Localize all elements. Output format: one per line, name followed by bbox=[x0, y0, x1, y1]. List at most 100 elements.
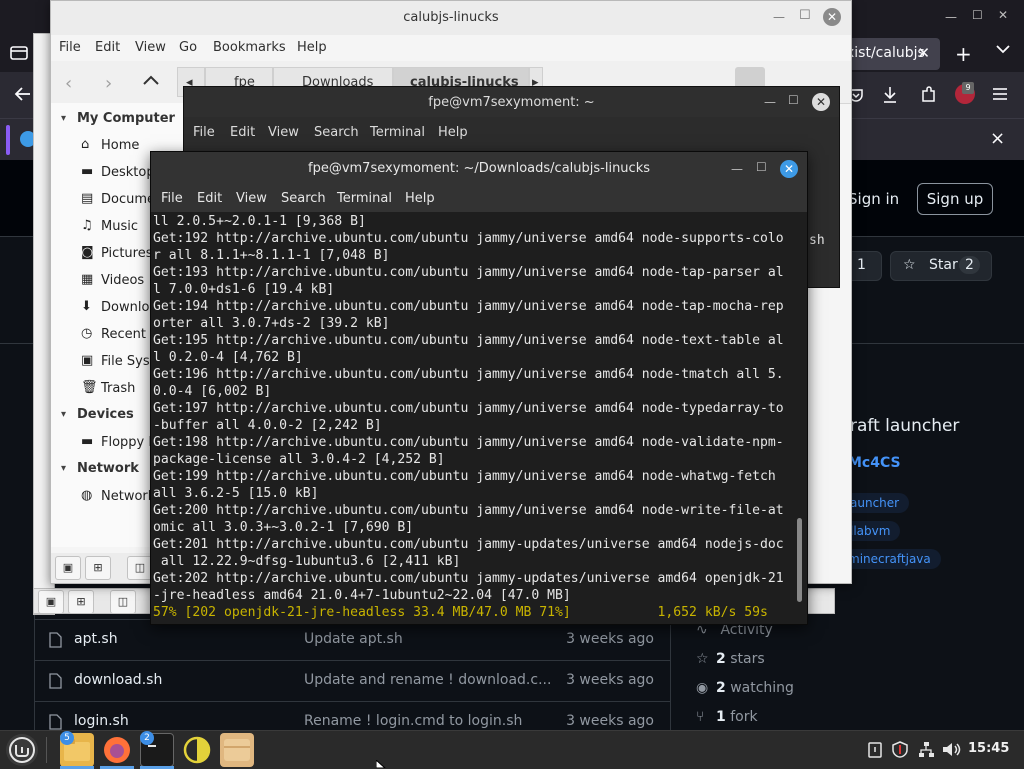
scrollbar-thumb[interactable] bbox=[797, 518, 802, 602]
sign-in-link[interactable]: Sign in bbox=[848, 190, 899, 208]
file-manager-titlebar[interactable]: calubjs-linucks — ☐ ✕ bbox=[51, 1, 851, 35]
apt-progress-line: 57% [202 openjdk-21-jre-headless 33.4 MB… bbox=[153, 605, 768, 620]
terminal-output[interactable]: ll 2.0.5+~2.0.1-1 [9,368 B] Get:192 http:… bbox=[153, 212, 793, 622]
sidebar-item-pictures[interactable]: Pictures bbox=[101, 246, 152, 261]
menu-file[interactable]: File bbox=[161, 191, 183, 206]
file-name[interactable]: apt.sh bbox=[74, 631, 118, 647]
documents-icon: ▤ bbox=[81, 191, 94, 206]
sidebar-item-network[interactable]: Network bbox=[101, 489, 155, 504]
file-manager-menubar: File Edit View Go Bookmarks Help bbox=[51, 35, 851, 61]
menu-help[interactable]: Help bbox=[405, 191, 435, 206]
star-button[interactable]: ☆ Star 2 bbox=[890, 251, 992, 281]
sidebar-item-desktop[interactable]: Desktop bbox=[101, 165, 155, 180]
expand-arrow-icon[interactable]: ▾ bbox=[61, 463, 66, 474]
menu-edit[interactable]: Edit bbox=[230, 125, 255, 140]
archive-app-icon[interactable] bbox=[220, 733, 254, 767]
sidebar-item-videos[interactable]: Videos bbox=[101, 273, 144, 288]
terminal-titlebar[interactable]: fpe@vm7sexymoment: ~/Downloads/calubjs-l… bbox=[151, 152, 807, 186]
maximize-icon[interactable]: ☐ bbox=[972, 8, 983, 22]
taskbar-clock[interactable]: 15:45 bbox=[968, 741, 1009, 756]
watching-stat[interactable]: ◉ 2 watching bbox=[696, 680, 794, 696]
firefox-app-icon[interactable] bbox=[100, 733, 134, 767]
menu-view[interactable]: View bbox=[268, 125, 299, 140]
sidebar-item-recent[interactable]: Recent bbox=[101, 327, 146, 342]
menu-view[interactable]: View bbox=[236, 191, 267, 206]
close-icon[interactable]: ✕ bbox=[780, 160, 798, 178]
sidebar-item-music[interactable]: Music bbox=[101, 219, 138, 234]
file-name[interactable]: login.sh bbox=[74, 713, 129, 729]
close-icon[interactable]: ✕ bbox=[812, 93, 830, 111]
sidebar-item-home[interactable]: Home bbox=[101, 138, 139, 153]
homepage-link[interactable]: Mc4CS bbox=[848, 455, 901, 471]
stars-stat[interactable]: ☆ 2 stars bbox=[696, 651, 765, 667]
download-icon[interactable] bbox=[882, 86, 898, 104]
network-icon[interactable] bbox=[918, 741, 934, 758]
menu-bookmarks[interactable]: Bookmarks bbox=[213, 40, 286, 55]
back-icon[interactable]: ‹ bbox=[65, 73, 72, 94]
expand-arrow-icon[interactable]: ▾ bbox=[61, 409, 66, 420]
commit-message[interactable]: Update and rename ! download.c... bbox=[304, 672, 551, 688]
terminal-overflow-text: sh bbox=[809, 233, 825, 248]
menu-file[interactable]: File bbox=[193, 125, 215, 140]
sign-up-button[interactable]: Sign up bbox=[917, 183, 993, 215]
menu-edit[interactable]: Edit bbox=[95, 40, 120, 55]
table-row[interactable]: download.sh Update and rename ! download… bbox=[34, 660, 670, 701]
forward-icon[interactable]: › bbox=[105, 73, 112, 94]
fork-stat[interactable]: ⑂ 1 fork bbox=[696, 709, 758, 725]
minimize-icon[interactable]: — bbox=[764, 95, 776, 109]
notification-close-icon[interactable]: × bbox=[990, 128, 1005, 149]
menu-edit[interactable]: Edit bbox=[197, 191, 222, 206]
terminal-titlebar[interactable]: fpe@vm7sexymoment: ~ — ☐ ✕ bbox=[184, 87, 839, 117]
terminal-scrollbar[interactable] bbox=[795, 212, 805, 622]
places-icon[interactable]: ▣ bbox=[55, 556, 81, 580]
minimize-icon[interactable]: — bbox=[731, 162, 743, 176]
tree-icon[interactable]: ⊞ bbox=[68, 590, 94, 614]
mint-menu-icon[interactable] bbox=[6, 734, 38, 766]
close-icon[interactable]: ✕ bbox=[917, 44, 930, 62]
back-arrow-icon[interactable] bbox=[14, 86, 32, 102]
commit-message[interactable]: Rename ! login.cmd to login.sh bbox=[304, 713, 522, 729]
menu-help[interactable]: Help bbox=[438, 125, 468, 140]
clipboard-icon[interactable] bbox=[868, 741, 882, 758]
chevron-down-icon[interactable] bbox=[996, 44, 1010, 54]
topic-tag[interactable]: minecraftjava bbox=[838, 549, 941, 569]
table-row[interactable]: login.sh Rename ! login.cmd to login.sh … bbox=[34, 701, 670, 731]
menu-search[interactable]: Search bbox=[281, 191, 326, 206]
maximize-icon[interactable]: ☐ bbox=[756, 160, 767, 174]
volume-icon[interactable] bbox=[942, 741, 962, 758]
menu-view[interactable]: View bbox=[135, 40, 166, 55]
hamburger-menu-icon[interactable] bbox=[992, 87, 1008, 101]
display-app-icon[interactable] bbox=[180, 733, 214, 767]
table-row[interactable]: apt.sh Update apt.sh 3 weeks ago bbox=[34, 619, 670, 660]
expand-arrow-icon[interactable]: ▾ bbox=[61, 113, 66, 124]
menu-search[interactable]: Search bbox=[314, 125, 359, 140]
tab-overview-icon[interactable] bbox=[10, 44, 28, 60]
terminal-line: ll 2.0.5+~2.0.1-1 [9,368 B] bbox=[153, 214, 366, 229]
commit-message[interactable]: Update apt.sh bbox=[304, 631, 403, 647]
star-count: 2 bbox=[959, 256, 980, 274]
sidebar-item-trash[interactable]: Trash bbox=[101, 381, 135, 396]
menu-go[interactable]: Go bbox=[179, 40, 197, 55]
menu-help[interactable]: Help bbox=[297, 40, 327, 55]
menu-file[interactable]: File bbox=[59, 40, 81, 55]
network-icon: ◍ bbox=[81, 488, 93, 503]
hide-sidebar-icon[interactable]: ◫ bbox=[110, 590, 136, 614]
new-tab-icon[interactable]: + bbox=[955, 42, 972, 66]
terminal-line: all 12.22.9~dfsg-1ubuntu3.6 [2,411 kB] bbox=[153, 554, 461, 569]
close-icon[interactable]: ✕ bbox=[823, 8, 841, 26]
terminal-line: Get:195 http://archive.ubuntu.com/ubuntu… bbox=[153, 333, 784, 348]
fork-count: 1 bbox=[857, 257, 866, 273]
up-icon[interactable] bbox=[143, 74, 159, 86]
places-icon[interactable]: ▣ bbox=[38, 590, 64, 614]
minimize-icon[interactable]: — bbox=[773, 10, 785, 24]
menu-terminal[interactable]: Terminal bbox=[370, 125, 425, 140]
file-name[interactable]: download.sh bbox=[74, 672, 162, 688]
menu-terminal[interactable]: Terminal bbox=[337, 191, 392, 206]
shield-icon[interactable] bbox=[892, 741, 908, 758]
extensions-icon[interactable] bbox=[920, 86, 936, 104]
minimize-icon[interactable]: — bbox=[945, 10, 957, 24]
close-icon[interactable]: ✕ bbox=[998, 8, 1008, 22]
maximize-icon[interactable]: ☐ bbox=[788, 93, 799, 107]
maximize-icon[interactable]: ☐ bbox=[799, 8, 811, 23]
tree-icon[interactable]: ⊞ bbox=[85, 556, 111, 580]
